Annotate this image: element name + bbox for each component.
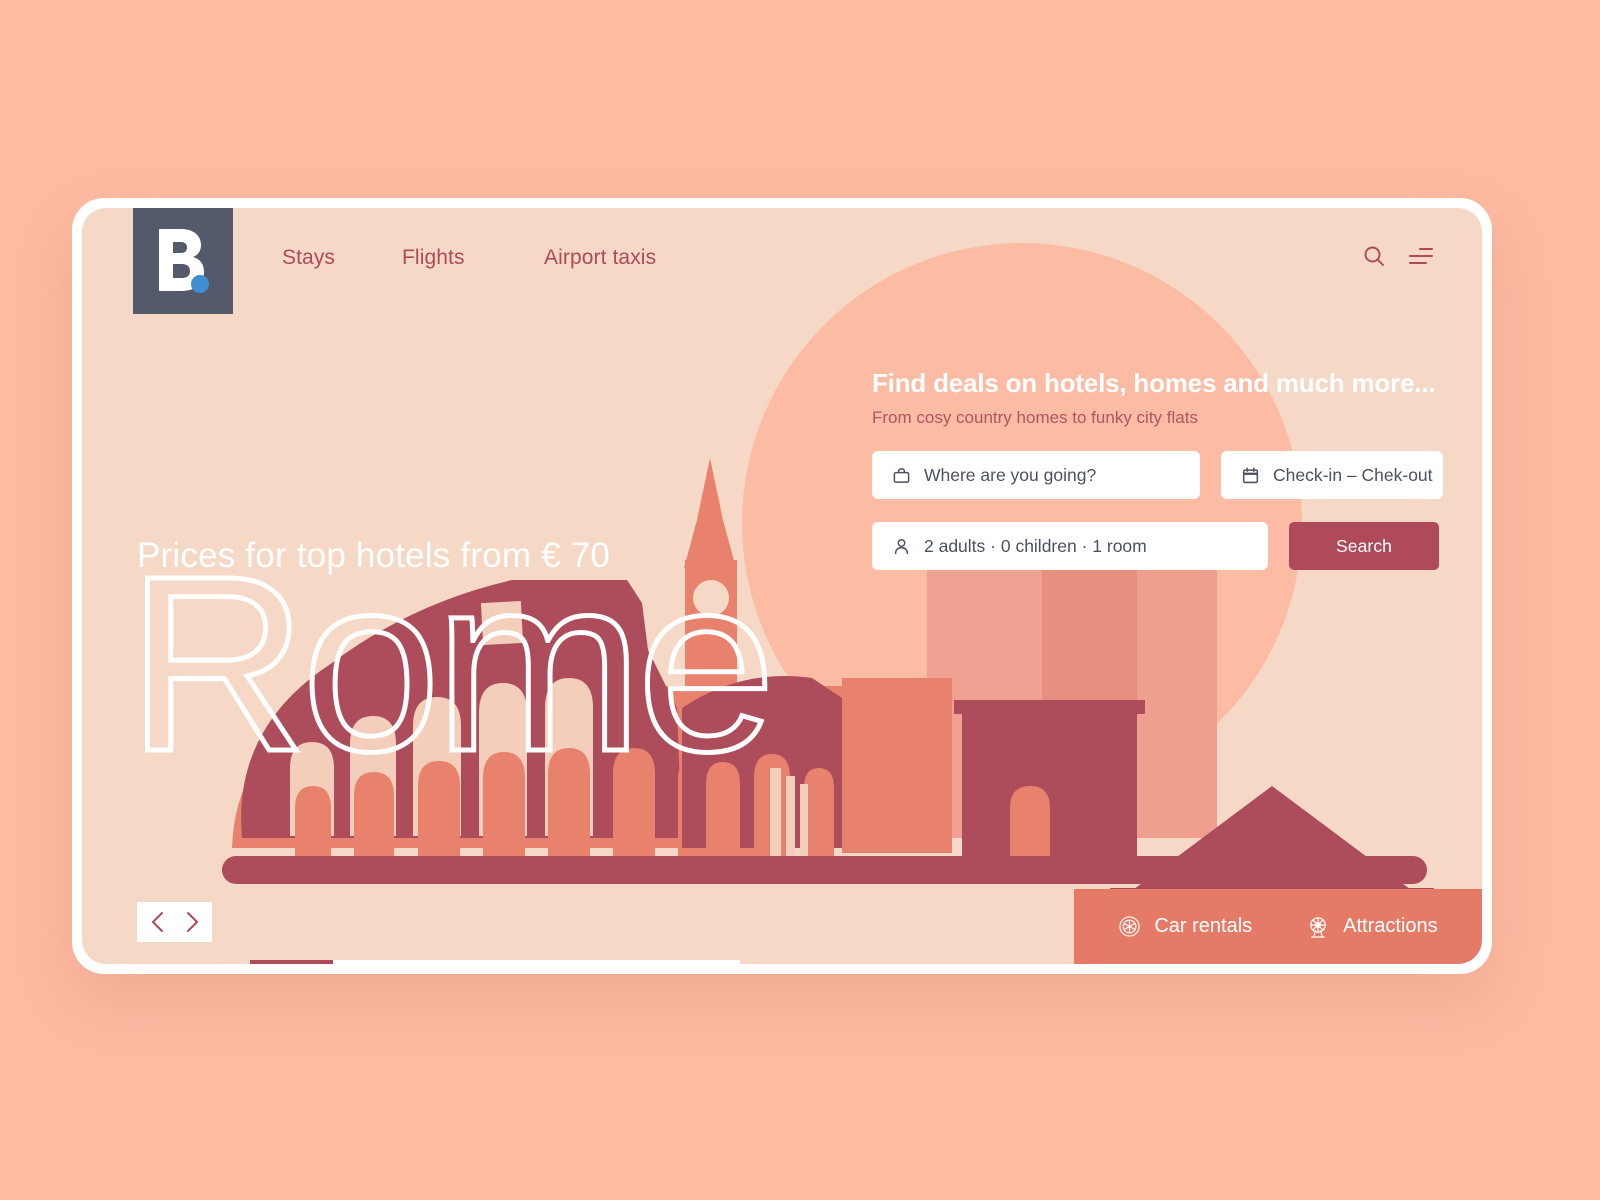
car-rentals-action[interactable]: Car rentals bbox=[1118, 915, 1252, 938]
steering-wheel-icon bbox=[1119, 916, 1141, 937]
guests-value: 2 adults · 0 children · 1 room bbox=[924, 535, 1147, 556]
attractions-label: Attractions bbox=[1343, 915, 1438, 937]
car-rentals-label: Car rentals bbox=[1154, 915, 1253, 937]
search-panel-title: Find deals on hotels, homes and much mor… bbox=[872, 368, 1436, 398]
dates-placeholder: Check-in – Chek-out bbox=[1273, 464, 1433, 485]
nav-item-flights[interactable]: Flights bbox=[402, 246, 544, 270]
ferris-wheel-icon bbox=[1310, 916, 1326, 938]
logo-letter-b-icon bbox=[159, 229, 209, 293]
carousel-prev-icon[interactable] bbox=[151, 911, 165, 933]
search-icon[interactable] bbox=[1362, 244, 1386, 268]
hero-subtitle: Prices for top hotels from € 70 bbox=[137, 536, 611, 575]
hero-card-frame: Stays Flights Airport taxis Prices for t… bbox=[72, 198, 1492, 974]
menu-icon[interactable] bbox=[1408, 245, 1434, 267]
nav-item-airport-taxis[interactable]: Airport taxis bbox=[544, 246, 704, 270]
header-icon-group bbox=[1362, 244, 1434, 268]
bottom-action-bar: Car rentals Attractions bbox=[1074, 889, 1482, 964]
carousel-controls bbox=[137, 902, 212, 942]
site-header: Stays Flights Airport taxis bbox=[82, 208, 1482, 328]
destination-placeholder: Where are you going? bbox=[924, 464, 1097, 485]
carousel-next-icon[interactable] bbox=[185, 911, 199, 933]
guests-field[interactable]: 2 adults · 0 children · 1 room bbox=[872, 522, 1268, 570]
nav-item-stays[interactable]: Stays bbox=[282, 246, 402, 270]
search-field-row-1: Where are you going? Check-in – Chek-out bbox=[872, 451, 1452, 499]
main-navigation: Stays Flights Airport taxis bbox=[282, 246, 704, 270]
attractions-action[interactable]: Attractions bbox=[1306, 915, 1438, 939]
search-panel: Find deals on hotels, homes and much mor… bbox=[872, 368, 1452, 570]
search-panel-subtitle: From cosy country homes to funky city fl… bbox=[872, 408, 1198, 427]
dates-field[interactable]: Check-in – Chek-out bbox=[1221, 451, 1443, 499]
person-icon bbox=[894, 538, 909, 554]
destination-field[interactable]: Where are you going? bbox=[872, 451, 1200, 499]
hero-card: Stays Flights Airport taxis Prices for t… bbox=[82, 208, 1482, 964]
carousel-progress-fill bbox=[250, 960, 334, 964]
search-field-row-2: 2 adults · 0 children · 1 room Search bbox=[872, 522, 1452, 570]
carousel-progress-track[interactable] bbox=[250, 960, 740, 964]
search-button[interactable]: Search bbox=[1289, 522, 1439, 570]
carousel-arrow-box bbox=[137, 902, 212, 942]
calendar-icon bbox=[1242, 467, 1259, 483]
booking-logo[interactable] bbox=[133, 208, 233, 314]
bag-icon bbox=[893, 467, 910, 483]
